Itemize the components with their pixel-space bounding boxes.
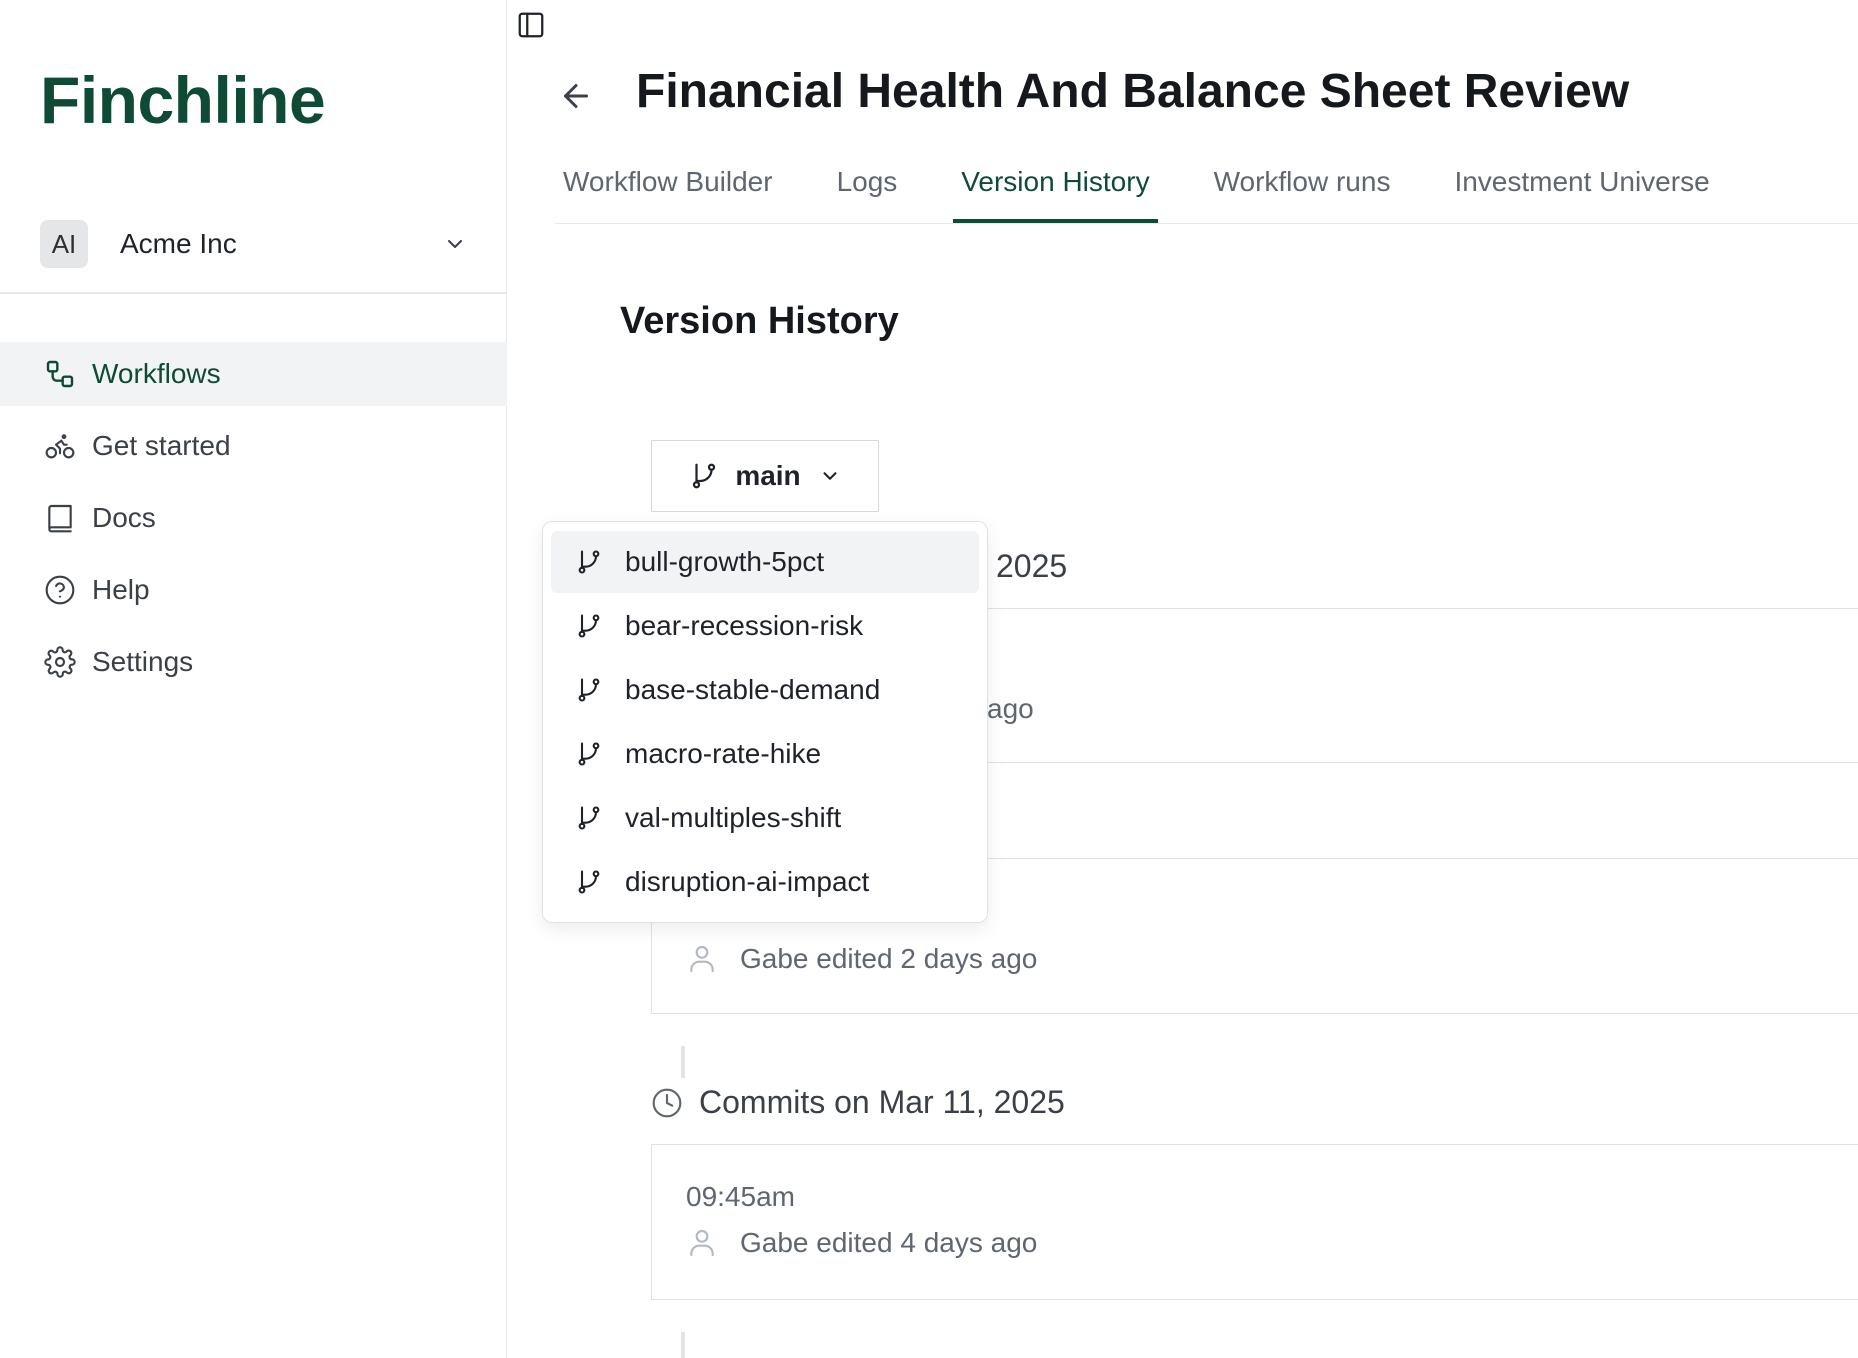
book-icon: [48, 504, 72, 533]
sidebar-item-get-started[interactable]: Get started: [0, 414, 507, 478]
branch-option[interactable]: val-multiples-shift: [551, 787, 979, 849]
branch-option-label: base-stable-demand: [625, 674, 881, 705]
sidebar-nav: Workflows Get started Docs Help Settings: [0, 342, 507, 702]
tab-version-history[interactable]: Version History: [953, 160, 1158, 223]
branch-option[interactable]: bear-recession-risk: [551, 595, 979, 657]
git-branch-icon: [693, 463, 716, 489]
branch-dropdown-menu: bull-growth-5pct bear-recession-risk bas…: [542, 521, 988, 923]
sidebar-toggle-icon[interactable]: [516, 10, 546, 40]
gear-icon: [44, 646, 76, 678]
bike-icon: [45, 434, 75, 459]
back-arrow-icon[interactable]: [558, 78, 594, 114]
commit-group-heading: 2025: [996, 548, 1067, 585]
help-circle-icon: [45, 575, 75, 605]
branch-selector-button[interactable]: main: [651, 440, 879, 512]
commit-meta-text: ago: [987, 693, 1034, 724]
chevron-down-icon: [448, 240, 462, 248]
commit-card[interactable]: 09:45am Gabe edited 4 days ago: [651, 1144, 1858, 1300]
commit-meta-text: Gabe edited 2 days ago: [740, 943, 1038, 974]
sidebar-item-label: Get started: [92, 430, 231, 461]
tab-workflow-runs[interactable]: Workflow runs: [1206, 160, 1399, 222]
tab-bar: Workflow Builder Logs Version History Wo…: [555, 160, 1858, 224]
sidebar-item-label: Workflows: [92, 358, 221, 389]
org-avatar: AI: [40, 220, 88, 268]
sidebar-item-settings[interactable]: Settings: [0, 630, 507, 694]
git-branch-icon: [578, 550, 600, 574]
page-title: Financial Health And Balance Sheet Revie…: [636, 65, 1630, 118]
sidebar-item-label: Settings: [92, 646, 194, 677]
commit-group-heading: Commits on Mar 11, 2025: [651, 1084, 1065, 1121]
sidebar-item-help[interactable]: Help: [0, 558, 507, 622]
branch-option[interactable]: base-stable-demand: [551, 659, 979, 721]
clock-icon: [652, 1088, 682, 1117]
commit-meta: ago: [987, 693, 1034, 725]
tab-logs[interactable]: Logs: [829, 160, 906, 222]
org-switcher[interactable]: AI Acme Inc: [40, 220, 467, 268]
sidebar-divider: [0, 292, 507, 294]
commit-meta: Gabe edited 2 days ago: [686, 943, 1037, 975]
branch-option-label: disruption-ai-impact: [625, 866, 870, 897]
branch-option[interactable]: disruption-ai-impact: [551, 851, 979, 913]
branch-option-label: bear-recession-risk: [625, 610, 864, 641]
git-branch-icon: [578, 870, 600, 894]
brand-logo[interactable]: Finchline: [40, 62, 326, 138]
commit-group-heading-text: 2025: [996, 548, 1068, 584]
branch-option-label: bull-growth-5pct: [625, 546, 825, 577]
user-icon: [690, 1229, 714, 1257]
tab-workflow-builder[interactable]: Workflow Builder: [555, 160, 781, 222]
org-name: Acme Inc: [120, 228, 237, 259]
sidebar-item-workflows[interactable]: Workflows: [0, 342, 507, 406]
git-branch-icon: [578, 614, 600, 638]
section-title: Version History: [620, 300, 899, 342]
sidebar-item-label: Docs: [92, 502, 156, 533]
user-icon: [690, 945, 714, 973]
commit-time: 09:45am: [686, 1181, 795, 1212]
timeline-connector: [681, 1332, 685, 1358]
git-branch-icon: [578, 678, 600, 702]
branch-option[interactable]: bull-growth-5pct: [551, 531, 979, 593]
workflow-icon: [46, 360, 74, 388]
sidebar-item-label: Help: [92, 574, 150, 605]
sidebar: Finchline AI Acme Inc Workflows Get star…: [0, 0, 507, 1358]
branch-selector-label: main: [735, 460, 801, 491]
sidebar-item-docs[interactable]: Docs: [0, 486, 507, 550]
commit-group-heading-text: Commits on Mar 11, 2025: [699, 1084, 1065, 1120]
branch-option[interactable]: macro-rate-hike: [551, 723, 979, 785]
timeline-connector: [681, 1046, 685, 1078]
branch-option-label: val-multiples-shift: [625, 802, 842, 833]
git-branch-icon: [578, 742, 600, 766]
commit-meta: Gabe edited 4 days ago: [686, 1227, 1037, 1259]
chevron-down-icon: [823, 472, 837, 480]
commit-meta-text: Gabe edited 4 days ago: [740, 1227, 1038, 1258]
tab-investment-universe[interactable]: Investment Universe: [1446, 160, 1717, 222]
git-branch-icon: [578, 806, 600, 830]
branch-option-label: macro-rate-hike: [625, 738, 822, 769]
